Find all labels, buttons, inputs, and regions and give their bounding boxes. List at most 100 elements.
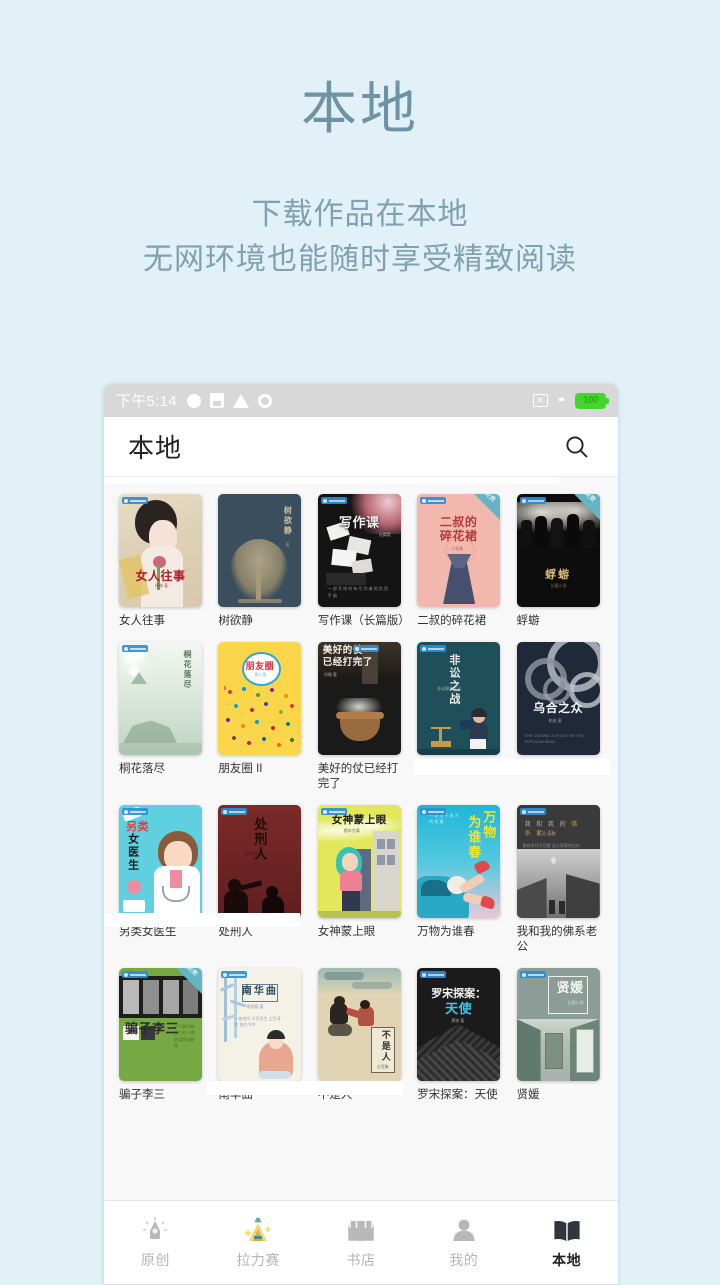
book-cover[interactable]: 南华曲 南柯客 著 一曲南华 半世浮生 尘世清欢 皆在书中 xyxy=(218,968,302,1081)
book-title: 美好的仗已经打完了 xyxy=(317,763,399,790)
book-item[interactable]: 女神蒙上眼 都市言情 女神蒙上眼 xyxy=(313,798,409,961)
promo-subtitle-line-2: 无网环境也能随时享受精致阅读 xyxy=(143,243,577,276)
book-item[interactable]: 非讼之战 非讼律师手记 非讼之战 xyxy=(412,635,508,798)
nav-item-store[interactable]: 书店 xyxy=(310,1216,413,1270)
nav-label: 书店 xyxy=(346,1251,376,1268)
book-cover[interactable]: 写作课 长篇版 一 部 写 给 所 有 写 作 者 的 实 用 手 册 xyxy=(317,494,401,607)
authorized-badge xyxy=(519,971,546,978)
book-item[interactable]: 二叔的 碎花裙 小说集 免费 二叔的碎花裙 xyxy=(412,487,508,635)
authorized-badge xyxy=(122,971,148,978)
warning-icon xyxy=(233,393,249,408)
book-item[interactable]: 万物 为谁春 一 场 关 于 春 天 的 相 遇 万物为谁春 xyxy=(412,798,508,961)
book-cover[interactable]: 骗子李三 一个骗子的自白书 人性的试探与救赎 免费 xyxy=(119,968,202,1081)
book-title: 南华曲 xyxy=(218,1089,253,1101)
authorized-badge xyxy=(519,808,546,815)
book-title: 桐花落尽 xyxy=(119,763,165,775)
book-cover[interactable]: 我 和 我 的 佛 系 老 公 甜 宠 日 常 愿有岁月可回首 且以深情共白头 xyxy=(516,805,600,918)
book-item[interactable]: 朋友圈 第二季 朋友圈 II xyxy=(213,635,309,798)
nav-item-original[interactable]: 原创 xyxy=(104,1216,207,1270)
authorized-badge xyxy=(519,497,546,504)
cover-title: 罗宋探案： xyxy=(431,988,487,1000)
pen-nib-icon xyxy=(141,1216,169,1243)
book-cover[interactable]: 非讼之战 非讼律师手记 xyxy=(417,642,501,755)
nav-item-rally[interactable]: 拉力赛 xyxy=(207,1216,310,1270)
nav-label: 拉力赛 xyxy=(236,1251,280,1268)
book-cover[interactable]: 蜉蝣 长篇小说 免费 xyxy=(516,494,600,607)
circle-icon xyxy=(187,393,201,408)
book-cover[interactable]: 罗宋探案： 天使 黄铭 著 xyxy=(417,968,501,1081)
status-bar-right-icons: ✕ ◓ 100 xyxy=(532,392,609,409)
cover-title: 贤媛 xyxy=(556,980,584,995)
book-item[interactable]: 写作课 长篇版 一 部 写 给 所 有 写 作 者 的 实 用 手 册 写作课（… xyxy=(313,487,410,635)
book-cover[interactable]: 不是人 志怪集 xyxy=(317,968,401,1081)
book-item[interactable]: 处刑人 黎明 著 处刑人 xyxy=(213,798,309,961)
status-bar-left-icons xyxy=(187,393,272,408)
book-cover[interactable]: 万物 为谁春 一 场 关 于 春 天 的 相 遇 xyxy=(417,805,501,918)
book-title: 乌合之众 xyxy=(516,763,563,775)
book-item[interactable]: 桐花落尽 桐花落尽 xyxy=(114,635,210,798)
book-item[interactable]: 蜉蝣 长篇小说 免费 蜉蝣 xyxy=(512,487,608,635)
book-cover[interactable]: 贤媛 长篇小说 xyxy=(516,968,600,1081)
status-bar-time: 下午5:14 xyxy=(116,393,177,410)
book-cover[interactable]: 乌合之众 勒庞 著 THE CROWD: A STUDY OF THE POPU… xyxy=(516,642,600,755)
book-item[interactable]: 骗子李三 一个骗子的自白书 人性的试探与救赎 免费 骗子李三 xyxy=(114,961,210,1109)
book-item[interactable]: 树欲静 著 树欲静 xyxy=(213,487,309,635)
cover-title: 写作课 xyxy=(339,515,380,530)
cover-title: 非讼之战 xyxy=(447,654,460,706)
cover-title: 女神蒙上眼 xyxy=(331,814,387,826)
book-title: 二叔的碎花裙 xyxy=(417,615,487,627)
no-sim-icon: ✕ xyxy=(532,394,548,407)
cover-title: 朋友圈 xyxy=(245,661,275,671)
cover-title: 南华曲 xyxy=(241,986,278,997)
book-item[interactable]: 不是人 志怪集 不是人 xyxy=(313,961,409,1109)
promo-subtitle: 下载作品在本地 无网环境也能随时享受精致阅读 xyxy=(0,192,720,282)
book-cover[interactable]: 女神蒙上眼 都市言情 xyxy=(317,805,401,918)
book-cover[interactable]: 处刑人 黎明 著 xyxy=(218,805,302,918)
book-cover[interactable]: 朋友圈 第二季 xyxy=(218,642,302,755)
book-title: 处刑人 xyxy=(218,926,253,938)
book-item[interactable]: 另类 女医生 另类女医生 xyxy=(114,798,210,961)
book-title: 罗宋探案：天使 xyxy=(417,1089,498,1101)
open-book-icon xyxy=(552,1216,582,1243)
phone-mockup: 下午5:14 ✕ ◓ 100 本地 女人往事 杨袖 著 女人往事 树欲静 著 树… xyxy=(103,383,619,1285)
page-title: 本地 xyxy=(128,433,183,463)
book-item[interactable]: 贤媛 长篇小说 贤媛 xyxy=(512,961,608,1109)
nav-item-mine[interactable]: 我的 xyxy=(412,1216,515,1270)
nav-label: 我的 xyxy=(449,1251,479,1268)
book-item[interactable]: 南华曲 南柯客 著 一曲南华 半世浮生 尘世清欢 皆在书中 南华曲 xyxy=(213,961,309,1109)
cover-title: 桐花落尽 xyxy=(183,650,192,690)
promo-header: 本地 下载作品在本地 无网环境也能随时享受精致阅读 xyxy=(0,0,720,282)
nav-item-local[interactable]: 本地 xyxy=(515,1216,618,1270)
cover-title: 另类 xyxy=(126,821,149,833)
person-icon xyxy=(451,1216,477,1243)
cover-title: 不是人 xyxy=(380,1030,391,1063)
book-title: 我和我的佛系老公 xyxy=(516,926,598,953)
book-cover[interactable]: 美好的仗 已经打完了 刘瑜 著 xyxy=(317,642,401,755)
book-cover[interactable]: 树欲静 著 xyxy=(218,494,302,607)
book-title: 不是人 xyxy=(317,1089,353,1101)
book-cover[interactable]: 女人往事 杨袖 著 xyxy=(119,494,202,607)
book-cover[interactable]: 二叔的 碎花裙 小说集 免费 xyxy=(417,494,501,607)
book-title: 女人往事 xyxy=(119,615,165,627)
nav-label: 本地 xyxy=(552,1251,582,1268)
book-cover[interactable]: 桐花落尽 xyxy=(119,642,202,755)
book-title: 非讼之战 xyxy=(417,763,464,775)
authorized-badge xyxy=(420,808,447,815)
book-title: 蜉蝣 xyxy=(516,615,540,627)
book-title: 朋友圈 II xyxy=(218,763,263,775)
book-item[interactable]: 我 和 我 的 佛 系 老 公 甜 宠 日 常 愿有岁月可回首 且以深情共白头 … xyxy=(512,798,608,961)
app-bar: 本地 xyxy=(104,417,618,477)
free-ribbon: 免费 xyxy=(474,494,501,520)
book-cover[interactable]: 另类 女医生 xyxy=(119,805,202,918)
book-shelf[interactable]: 女人往事 杨袖 著 女人往事 树欲静 著 树欲静 写作课 长篇版 一 部 写 给… xyxy=(104,477,618,1200)
authorized-badge xyxy=(320,497,347,504)
book-item[interactable]: 乌合之众 勒庞 著 THE CROWD: A STUDY OF THE POPU… xyxy=(512,635,608,798)
book-item[interactable]: 罗宋探案： 天使 黄铭 著 罗宋探案：天使 xyxy=(412,961,508,1109)
cover-title-2: 天使 xyxy=(445,1001,473,1016)
search-icon[interactable] xyxy=(560,430,594,464)
book-item[interactable]: 女人往事 杨袖 著 女人往事 xyxy=(114,487,210,635)
authorized-badge xyxy=(320,808,347,815)
book-item[interactable]: 美好的仗 已经打完了 刘瑜 著 美好的仗已经打完了 xyxy=(313,635,409,798)
book-title: 骗子李三 xyxy=(119,1089,165,1101)
cover-title: 蜉蝣 xyxy=(545,568,572,581)
